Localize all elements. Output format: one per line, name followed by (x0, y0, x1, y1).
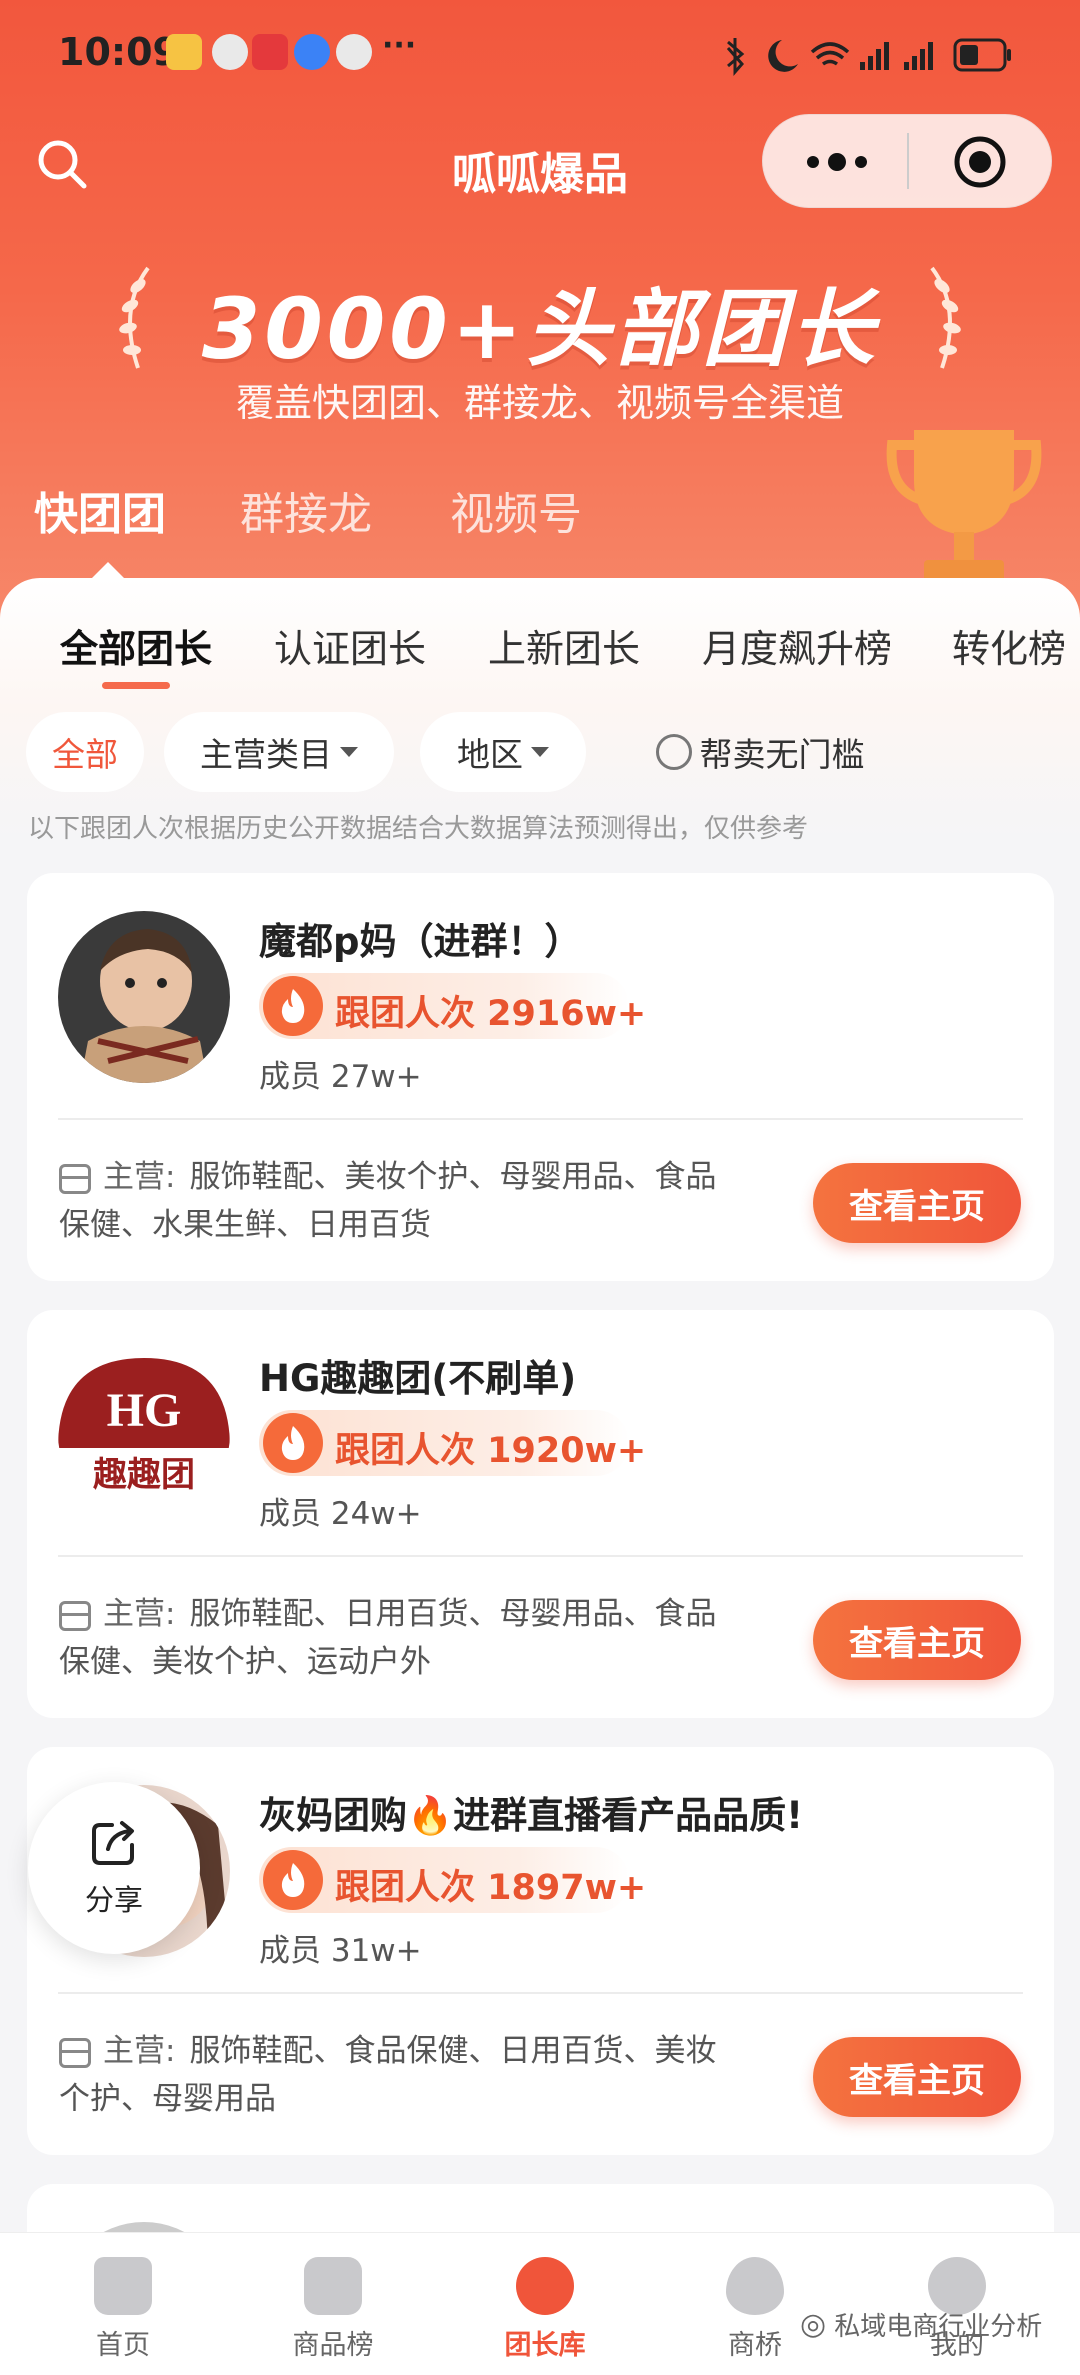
laurel-right-icon (930, 266, 961, 369)
follower-count-badge: 跟团人次 1897w+ (259, 1847, 646, 1913)
avatar[interactable] (58, 911, 230, 1083)
follower-count-badge: 跟团人次 2916w+ (259, 973, 646, 1039)
category-label: 主营: (103, 1159, 176, 1195)
shopping-bag-icon (304, 2257, 362, 2315)
close-miniprogram-icon[interactable] (953, 135, 1007, 189)
view-homepage-button[interactable]: 查看主页 (813, 1163, 1021, 1243)
card-divider (58, 1118, 1023, 1120)
status-bar: 10:09 ··· (0, 0, 1080, 110)
tab-shipinhao[interactable]: 视频号 (450, 478, 582, 542)
wechat-icon (212, 34, 248, 70)
leader-name[interactable]: HG趣趣团(不刷单) (259, 1348, 576, 1402)
channel-tab-indicator (92, 562, 124, 578)
follower-count-badge: 跟团人次 1920w+ (259, 1410, 646, 1476)
category-label: 主营: (103, 2033, 176, 2069)
handshake-icon (726, 2257, 784, 2315)
disclaimer-note: 以下跟团人次根据历史公开数据结合大数据算法预测得出，仅供参考 (28, 814, 809, 844)
leader-card: 灰妈团购🔥进群直播看产品品质! 跟团人次 1897w+ 成员 31w+ 主营: 服… (27, 1747, 1054, 2155)
tab-qunjielong[interactable]: 群接龙 (240, 478, 372, 542)
wechat-icon: ◎ (800, 2307, 827, 2342)
watermark: ◎ 私域电商行业分析 (800, 2306, 1042, 2343)
hg-logo-image: HG 趣趣团 (58, 1348, 230, 1520)
view-homepage-button[interactable]: 查看主页 (813, 2037, 1021, 2117)
system-status-icons (726, 38, 1011, 76)
subtab-all-leaders[interactable]: 全部团长 (60, 618, 212, 673)
main-categories: 主营: 服饰鞋配、食品保健、日用百货、美妆个护、母婴用品 (59, 2027, 729, 2123)
status-time: 10:09 (58, 30, 179, 74)
more-icon[interactable] (803, 145, 871, 179)
trophy-icon (886, 430, 1042, 582)
watermark-text: 私域电商行业分析 (834, 2312, 1043, 2342)
follower-count: 跟团人次 1920w+ (335, 1431, 647, 1471)
filter-region-label: 地区 (457, 735, 523, 774)
filter-no-threshold-label: 帮卖无门槛 (699, 735, 865, 774)
subtab-certified-leaders[interactable]: 认证团长 (274, 618, 426, 673)
leader-card: HG 趣趣团 HG趣趣团(不刷单) 跟团人次 1920w+ 成员 24w+ 主营… (27, 1310, 1054, 1718)
share-label: 分享 (84, 1883, 143, 1917)
bottom-tab-bar: 首页 商品榜 团长库 商桥 我的 (0, 2232, 1080, 2375)
baby-photo-image (58, 911, 230, 1083)
tabbar-shangqiao[interactable]: 商桥 (680, 2233, 830, 2375)
logo-text: HG (107, 1384, 182, 1437)
more-notifications-icon: ··· (382, 28, 417, 63)
browser-icon (294, 34, 330, 70)
tabbar-label: 商桥 (728, 2330, 782, 2361)
banner-subtitle: 覆盖快团团、群接龙、视频号全渠道 (235, 381, 844, 425)
flame-icon (263, 976, 323, 1036)
home-icon (94, 2257, 152, 2315)
filter-category[interactable]: 主营类目 (164, 712, 394, 792)
member-count: 成员 31w+ (259, 1933, 422, 1969)
subtab-monthly-rising[interactable]: 月度飙升榜 (702, 618, 892, 673)
caret-down-icon (531, 747, 549, 757)
leader-name[interactable]: 灰妈团购🔥进群直播看产品品质! (259, 1785, 803, 1839)
subtab-conversion[interactable]: 转化榜 (952, 618, 1080, 673)
filter-no-threshold[interactable]: 帮卖无门槛 (640, 712, 880, 792)
flame-icon (263, 1850, 323, 1910)
filter-all-label: 全部 (52, 735, 118, 774)
tabbar-label: 商品榜 (292, 2330, 374, 2361)
wechat-icon (336, 34, 372, 70)
follower-count: 跟团人次 2916w+ (335, 994, 647, 1034)
card-divider (58, 1555, 1023, 1557)
filter-category-label: 主营类目 (200, 735, 332, 774)
banner-title: 3000+头部团长 (201, 280, 879, 378)
taobao-icon (252, 34, 288, 70)
tabbar-mine[interactable]: 我的 (882, 2233, 1032, 2375)
filter-all[interactable]: 全部 (26, 712, 144, 792)
weibo-icon (166, 34, 202, 70)
main-categories: 主营: 服饰鞋配、美妆个护、母婴用品、食品保健、水果生鲜、日用百货 (59, 1153, 729, 1249)
share-button[interactable]: 分享 (28, 1782, 200, 1954)
capsule-divider (907, 133, 909, 189)
tabbar-home[interactable]: 首页 (48, 2233, 198, 2375)
follower-count: 跟团人次 1897w+ (335, 1868, 647, 1908)
tabbar-label: 首页 (96, 2330, 150, 2361)
subtab-new-leaders[interactable]: 上新团长 (488, 618, 640, 673)
main-categories: 主营: 服饰鞋配、日用百货、母婴用品、食品保健、美妆个护、运动户外 (59, 1590, 729, 1686)
filter-region[interactable]: 地区 (420, 712, 586, 792)
logo-subtext: 趣趣团 (93, 1455, 195, 1495)
flame-icon (263, 1413, 323, 1473)
leader-name[interactable]: 魔都p妈（进群！） (259, 911, 582, 965)
category-label: 主营: (103, 1596, 176, 1632)
view-homepage-button[interactable]: 查看主页 (813, 1600, 1021, 1680)
leader-card: 魔都p妈（进群！） 跟团人次 2916w+ 成员 27w+ 主营: 服饰鞋配、美妆… (27, 873, 1054, 1281)
tabbar-label: 团长库 (504, 2330, 586, 2361)
avatar[interactable]: HG 趣趣团 (58, 1348, 230, 1520)
leader-library-icon (516, 2257, 574, 2315)
caret-down-icon (340, 747, 358, 757)
share-icon (92, 1821, 134, 1865)
subtab-indicator (102, 682, 170, 689)
miniprogram-capsule (762, 114, 1052, 208)
radio-icon (655, 734, 692, 770)
tabbar-leader-library[interactable]: 团长库 (470, 2233, 620, 2375)
tab-kuaituantuan[interactable]: 快团团 (34, 478, 166, 542)
card-divider (58, 1992, 1023, 1994)
member-count: 成员 27w+ (259, 1059, 422, 1095)
tabbar-product-ranking[interactable]: 商品榜 (258, 2233, 408, 2375)
member-count: 成员 24w+ (259, 1496, 422, 1532)
